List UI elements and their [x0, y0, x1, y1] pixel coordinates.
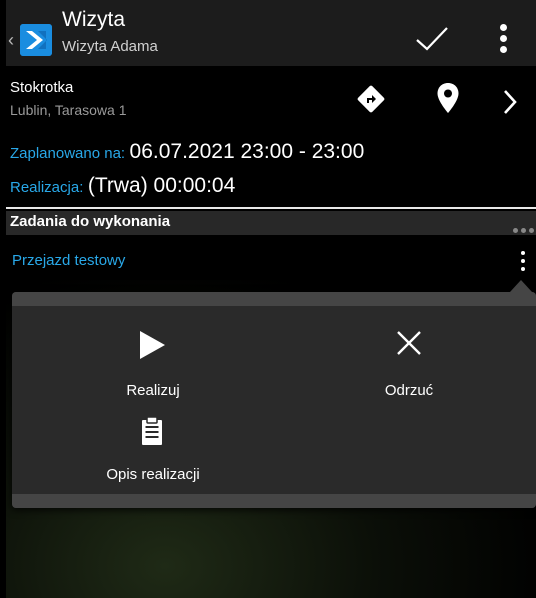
- popup-top-band: [12, 292, 536, 306]
- chevron-right-icon[interactable]: [502, 88, 518, 116]
- tasks-title: Zadania do wykonania: [10, 213, 171, 230]
- clipboard-icon: [142, 416, 162, 445]
- directions-icon[interactable]: [356, 84, 386, 114]
- task-row[interactable]: Przejazd testowy: [6, 240, 536, 284]
- map-pin-icon[interactable]: [436, 82, 460, 114]
- realize-action-button[interactable]: Realizuj: [78, 322, 228, 402]
- reject-label: Odrzuć: [384, 382, 434, 399]
- pager-dots-icon: [510, 220, 534, 238]
- realization-description-button[interactable]: Opis realizacji: [68, 414, 238, 494]
- realization-value: (Trwa) 00:00:04: [87, 174, 236, 197]
- realization-row: Realizacja: (Trwa) 00:00:04: [10, 174, 235, 198]
- screen-title: Wizyta: [62, 8, 125, 31]
- task-name[interactable]: Przejazd testowy: [12, 252, 125, 269]
- realize-label: Realizuj: [126, 382, 180, 399]
- action-bar: ‹ Wizyta Wizyta Adama: [6, 0, 536, 66]
- divider: [6, 207, 536, 209]
- store-address: Lublin, Tarasowa 1: [10, 102, 127, 118]
- app-screen: ‹ Wizyta Wizyta Adama Stokrotka Lublin, …: [6, 0, 536, 598]
- close-icon: [397, 331, 421, 355]
- store-name: Stokrotka: [10, 79, 74, 96]
- realization-label: Realizacja:: [10, 179, 84, 196]
- popup-pointer: [510, 280, 532, 292]
- reject-action-button[interactable]: Odrzuć: [334, 322, 484, 402]
- check-icon[interactable]: [414, 24, 450, 54]
- planned-time-row: Zaplanowano na: 06.07.2021 23:00 - 23:00: [10, 140, 364, 164]
- app-logo-icon[interactable]: [20, 24, 52, 56]
- tasks-header: Zadania do wykonania: [6, 211, 536, 235]
- popup-bottom-band: [12, 494, 536, 508]
- task-more-icon[interactable]: [518, 248, 530, 274]
- planned-value: 06.07.2021 23:00 - 23:00: [129, 140, 365, 163]
- play-icon: [140, 331, 165, 359]
- realization-description-label: Opis realizacji: [106, 466, 200, 483]
- back-chevron-icon[interactable]: ‹: [8, 31, 14, 49]
- more-vert-icon[interactable]: [492, 20, 516, 58]
- task-actions-popup: Realizuj Odrzuć Opis realizacji: [12, 280, 536, 508]
- planned-label: Zaplanowano na:: [10, 145, 126, 162]
- screen-subtitle: Wizyta Adama: [62, 38, 158, 55]
